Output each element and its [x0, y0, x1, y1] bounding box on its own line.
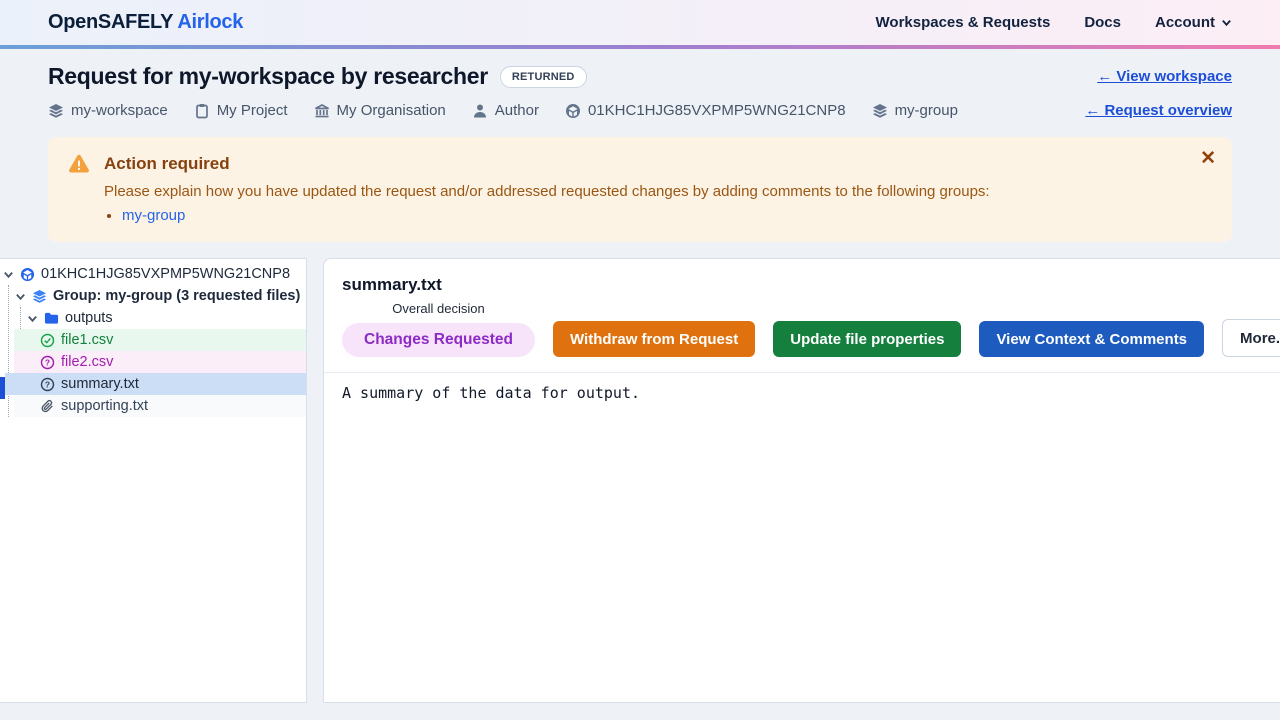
nav-workspaces-requests[interactable]: Workspaces & Requests [876, 14, 1051, 31]
withdraw-button[interactable]: Withdraw from Request [553, 321, 755, 357]
tree-root-label: 01KHC1HJG85VXPMP5WNG21CNP8 [41, 266, 290, 282]
nav-docs-label: Docs [1084, 14, 1121, 31]
layers-icon [32, 289, 47, 304]
layers-icon [872, 103, 888, 119]
alert-message: Please explain how you have updated the … [104, 183, 1212, 200]
meta-workspace: my-workspace [48, 102, 168, 119]
tree-file-summary[interactable]: ? summary.txt [5, 373, 306, 395]
meta-workspace-label: my-workspace [71, 102, 168, 119]
meta-request-id: 01KHC1HJG85VXPMP5WNG21CNP8 [565, 102, 846, 119]
nav-account-label: Account [1155, 14, 1215, 31]
tree-node-outputs-folder[interactable]: outputs [0, 307, 306, 329]
box-icon [565, 103, 581, 119]
chevron-down-icon [27, 313, 38, 324]
paperclip-icon [40, 399, 55, 414]
alert-group-list: my-group [122, 207, 1212, 224]
app-logo[interactable]: OpenSAFELY Airlock [48, 11, 243, 34]
request-metadata: my-workspace My Project My Organisation … [48, 102, 958, 119]
alert-title: Action required [104, 154, 230, 174]
question-circle-icon: ? [40, 355, 55, 370]
meta-project-label: My Project [217, 102, 288, 119]
meta-organisation-label: My Organisation [337, 102, 446, 119]
meta-author: 01KHC1HJG85VXPMP5WNG21CNP8 Author [472, 102, 539, 119]
file-tree-sidebar: 01KHC1HJG85VXPMP5WNG21CNP8 Group: my-gro… [0, 258, 307, 703]
user-icon [472, 103, 488, 119]
nav-account-menu[interactable]: Account [1155, 14, 1232, 31]
svg-text:?: ? [45, 379, 50, 389]
nav-workspaces-label: Workspaces & Requests [876, 14, 1051, 31]
tree-file-file2[interactable]: ? file2.csv [14, 351, 306, 373]
more-button[interactable]: More... [1222, 319, 1280, 357]
view-workspace-link[interactable]: ← View workspace [1097, 68, 1232, 85]
logo-airlock: Airlock [177, 11, 243, 33]
question-circle-icon: ? [40, 377, 55, 392]
decision-badge: Changes Requested [342, 323, 535, 357]
app-header: OpenSAFELY Airlock Workspaces & Requests… [0, 0, 1280, 45]
chevron-down-icon [1221, 17, 1232, 28]
status-badge: RETURNED [500, 66, 587, 88]
tree-node-group[interactable]: Group: my-group (3 requested files) [0, 285, 306, 307]
decision-label: Overall decision [392, 301, 485, 316]
organisation-icon [314, 103, 330, 119]
nav-docs[interactable]: Docs [1084, 14, 1121, 31]
more-button-label: More... [1240, 330, 1280, 347]
meta-project: My Project [194, 102, 288, 119]
clipboard-icon [194, 103, 210, 119]
main-nav: Workspaces & Requests Docs Account [876, 14, 1232, 31]
tree-file-file1[interactable]: file1.csv [14, 329, 306, 351]
request-title-section: Request for my-workspace by researcher R… [0, 49, 1280, 119]
tree-file-label: file2.csv [61, 354, 113, 370]
view-context-comments-button[interactable]: View Context & Comments [979, 321, 1204, 357]
update-file-properties-button[interactable]: Update file properties [773, 321, 961, 357]
tree-file-label: summary.txt [61, 376, 139, 392]
meta-group: my-group [872, 102, 958, 119]
tree-group-label: Group: my-group (3 requested files) [53, 288, 300, 304]
action-required-alert: Action required Please explain how you h… [48, 137, 1232, 242]
file-detail-panel: summary.txt Overall decision Changes Req… [323, 258, 1280, 703]
tree-node-request-id[interactable]: 01KHC1HJG85VXPMP5WNG21CNP8 [0, 263, 306, 285]
chevron-down-icon [15, 291, 26, 302]
page-title: Request for my-workspace by researcher [48, 63, 488, 90]
alert-group-item: my-group [122, 207, 1212, 224]
warning-icon [68, 154, 90, 174]
folder-icon [44, 311, 59, 326]
svg-text:?: ? [45, 357, 50, 367]
tree-file-supporting[interactable]: supporting.txt [14, 395, 306, 417]
meta-group-label: my-group [895, 102, 958, 119]
file-title: summary.txt [342, 275, 1262, 295]
chevron-down-icon [3, 269, 14, 280]
tree-file-label: supporting.txt [61, 398, 148, 414]
layers-icon [48, 103, 64, 119]
file-content: A summary of the data for output. [324, 373, 1280, 413]
tree-file-label: file1.csv [61, 332, 113, 348]
tree-folder-label: outputs [65, 310, 113, 326]
check-circle-icon [40, 333, 55, 348]
close-icon[interactable]: ✕ [1200, 149, 1216, 168]
meta-author-label: Author [495, 102, 539, 119]
box-icon [20, 267, 35, 282]
overall-decision: Overall decision Changes Requested [342, 301, 535, 357]
meta-organisation: My Organisation [314, 102, 446, 119]
meta-request-id-text: 01KHC1HJG85VXPMP5WNG21CNP8 [588, 102, 846, 119]
logo-opensafely: OpenSAFELY [48, 11, 173, 33]
file-tree: 01KHC1HJG85VXPMP5WNG21CNP8 Group: my-gro… [0, 263, 306, 417]
request-overview-link[interactable]: ← Request overview [1085, 102, 1232, 119]
alert-group-link[interactable]: my-group [122, 207, 185, 224]
